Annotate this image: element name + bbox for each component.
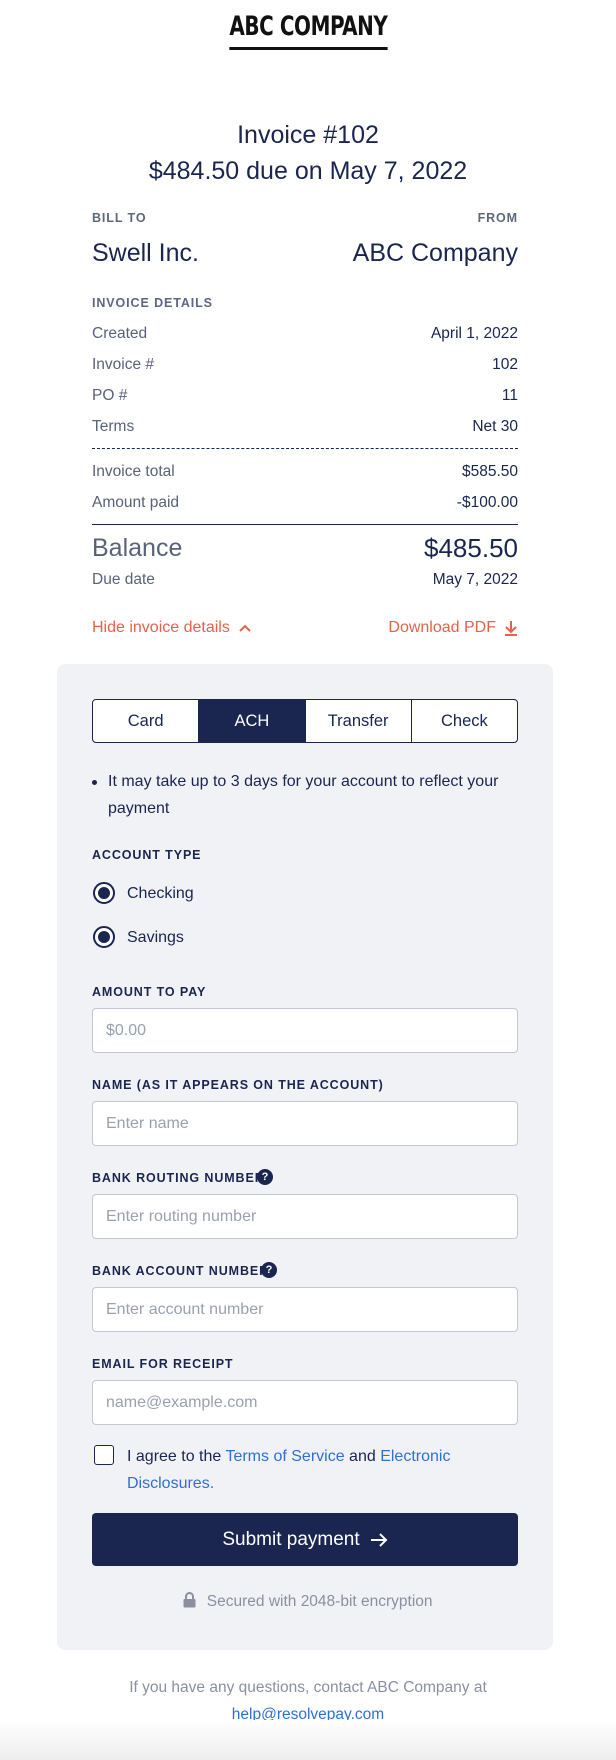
account-number-label: BANK ACCOUNT NUMBER (92, 1264, 270, 1278)
ach-processing-note: It may take up to 3 days for your accoun… (108, 773, 499, 817)
routing-number-input[interactable] (92, 1194, 518, 1239)
detail-label-po-number: PO # (92, 387, 128, 404)
detail-label-invoice-number: Invoice # (92, 356, 155, 373)
from-label: FROM (477, 211, 518, 225)
invoice-due-line: $484.50 due on May 7, 2022 (148, 157, 468, 185)
bill-to-name: Swell Inc. (92, 239, 199, 267)
email-receipt-input[interactable] (92, 1380, 518, 1425)
detail-value-po-number: 11 (501, 387, 518, 404)
account-help-icon[interactable]: ? (261, 1262, 277, 1278)
total-value-amount-paid: -$100.00 (456, 494, 518, 511)
bill-to-label: BILL TO (92, 211, 147, 225)
secure-note: Secured with 2048-bit encryption (0, 1592, 616, 1611)
agree-prefix: I agree to the (127, 1448, 222, 1465)
footer-text: If you have any questions, contact ABC C… (129, 1679, 487, 1696)
total-value-invoice-total: $585.50 (461, 463, 518, 480)
chevron-up-icon (238, 623, 252, 633)
detail-label-terms: Terms (92, 418, 135, 435)
balance-value: $485.50 (424, 533, 518, 563)
download-arrow-icon (504, 620, 518, 636)
download-pdf-label: Download PDF (388, 619, 496, 636)
bottom-fade (0, 1720, 616, 1760)
lock-icon (183, 1592, 196, 1608)
account-type-label: ACCOUNT TYPE (92, 848, 202, 862)
radio-savings-control[interactable] (93, 926, 115, 948)
detail-value-created: April 1, 2022 (430, 325, 518, 342)
invoice-details-heading: INVOICE DETAILS (92, 296, 213, 310)
radio-checking[interactable]: Checking (93, 882, 293, 908)
radio-savings[interactable]: Savings (93, 926, 293, 952)
tab-check[interactable]: Check (412, 700, 517, 742)
radio-checking-dot (98, 887, 110, 899)
account-name-input[interactable] (92, 1101, 518, 1146)
account-name-label: NAME (AS IT APPEARS ON THE ACCOUNT) (92, 1078, 384, 1092)
agree-and: and (349, 1448, 376, 1465)
email-receipt-label: EMAIL FOR RECEIPT (92, 1357, 234, 1371)
submit-payment-button[interactable]: Submit payment (92, 1513, 518, 1566)
total-label-amount-paid: Amount paid (92, 494, 180, 511)
detail-value-invoice-number: 102 (492, 356, 518, 373)
amount-to-pay-input[interactable] (92, 1008, 518, 1053)
tab-ach[interactable]: ACH (199, 700, 306, 742)
submit-payment-label: Submit payment (222, 1528, 360, 1550)
detail-value-terms: Net 30 (472, 418, 518, 435)
hide-invoice-details-link[interactable]: Hide invoice details (92, 619, 252, 637)
company-logo: ABC COMPANY (0, 10, 616, 50)
amount-to-pay-label: AMOUNT TO PAY (92, 985, 207, 999)
radio-savings-label: Savings (127, 929, 184, 946)
logo-text: ABC COMPANY (228, 10, 387, 50)
payment-method-tabs: Card ACH Transfer Check (92, 699, 518, 743)
from-name: ABC Company (352, 239, 518, 267)
note-bullet (92, 780, 97, 785)
total-label-invoice-total: Invoice total (92, 463, 175, 480)
download-pdf-link[interactable]: Download PDF (388, 619, 518, 637)
detail-label-created: Created (92, 325, 148, 342)
tab-transfer[interactable]: Transfer (306, 700, 412, 742)
radio-checking-control[interactable] (93, 882, 115, 904)
tab-card[interactable]: Card (93, 700, 200, 742)
details-divider-dashed (92, 448, 518, 449)
radio-checking-label: Checking (127, 885, 194, 902)
agree-terms-text: I agree to the Terms of Service and Elec… (127, 1443, 507, 1497)
routing-number-label: BANK ROUTING NUMBER (92, 1171, 265, 1185)
due-date-value: May 7, 2022 (432, 571, 518, 588)
routing-help-icon[interactable]: ? (257, 1169, 273, 1185)
arrow-right-icon (370, 1532, 388, 1548)
radio-savings-dot (98, 931, 110, 943)
balance-label: Balance (92, 534, 183, 562)
secure-text: Secured with 2048-bit encryption (206, 1593, 433, 1610)
terms-of-service-link[interactable]: Terms of Service (225, 1448, 344, 1465)
invoice-title: Invoice #102 (237, 121, 379, 149)
account-number-input[interactable] (92, 1287, 518, 1332)
agree-terms-checkbox[interactable] (94, 1445, 114, 1465)
totals-divider-solid (92, 524, 518, 525)
due-date-label: Due date (92, 571, 155, 588)
hide-invoice-details-label: Hide invoice details (92, 619, 230, 636)
